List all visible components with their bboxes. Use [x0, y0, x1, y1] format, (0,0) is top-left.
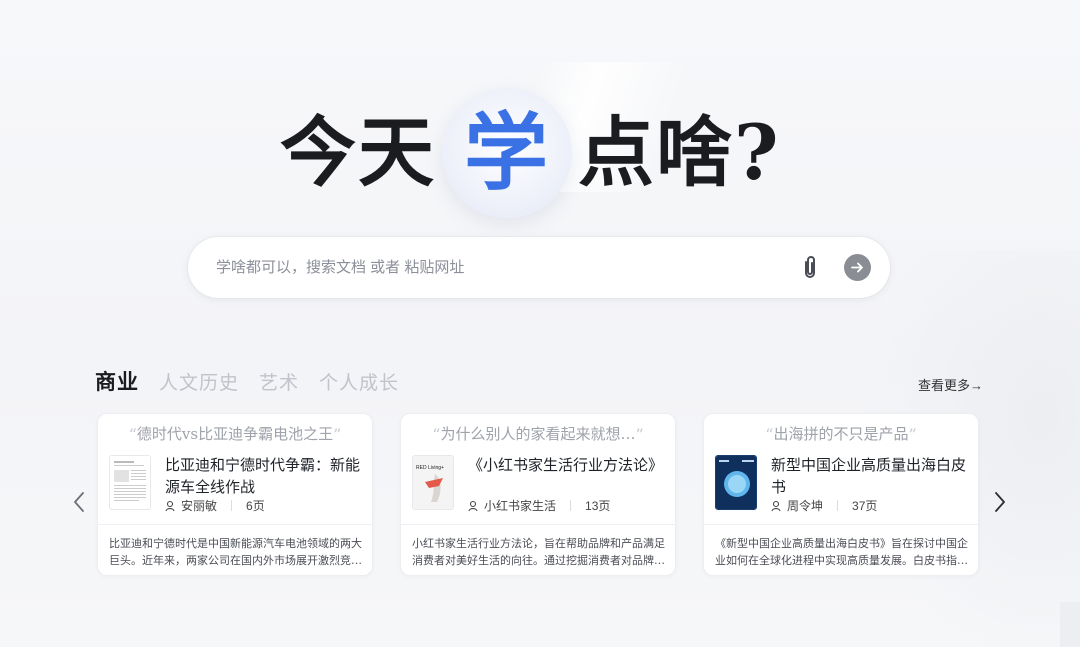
- document-thumbnail: [715, 455, 757, 510]
- document-card[interactable]: “出海拼的不只是产品” 新型中国企业高质量出海白皮书 周令坤 37页 《新型中国…: [703, 413, 979, 576]
- divider: [704, 524, 978, 525]
- submit-button[interactable]: [844, 254, 871, 281]
- card-meta: 周令坤 37页: [771, 497, 877, 514]
- divider: [401, 524, 675, 525]
- card-pages: 6页: [246, 499, 265, 513]
- search-bar: [188, 237, 890, 298]
- tab-art[interactable]: 艺术: [259, 368, 299, 395]
- tab-business[interactable]: 商业: [95, 366, 139, 396]
- category-tabs: 商业 人文历史 艺术 个人成长: [95, 366, 399, 396]
- chevron-right-icon: [995, 492, 1005, 512]
- card-author: 周令坤: [787, 499, 824, 513]
- card-quote: “为什么别人的家看起来就想…”: [432, 425, 644, 444]
- card-quote: “出海拼的不只是产品”: [765, 425, 917, 444]
- card-description: 小红书家生活行业方法论，旨在帮助品牌和产品满足消费者对美好生活的向往。通过挖掘消…: [412, 537, 665, 567]
- card-quote: “德时代vs比亚迪争霸电池之王”: [128, 425, 342, 444]
- search-input[interactable]: [216, 255, 776, 279]
- user-icon: [468, 500, 478, 511]
- hero-title-part2: 点啥?: [578, 108, 781, 197]
- card-meta: 安丽敏 6页: [165, 497, 265, 514]
- card-author: 小红书家生活: [484, 499, 557, 513]
- document-card[interactable]: “为什么别人的家看起来就想…” RED Living+ 《小红书家生活行业方法论…: [400, 413, 676, 576]
- divider: [837, 500, 839, 511]
- divider: [570, 500, 572, 511]
- hero-title: 今天学点啥?: [280, 88, 781, 218]
- user-icon: [771, 500, 781, 511]
- document-thumbnail: [109, 455, 151, 510]
- card-author: 安丽敏: [181, 499, 218, 513]
- chevron-left-icon: [74, 492, 84, 512]
- card-title: 新型中国企业高质量出海白皮书: [771, 456, 967, 496]
- paperclip-icon[interactable]: [800, 254, 820, 280]
- thumbnail-caption: RED Living+: [416, 465, 444, 471]
- card-description: 比亚迪和宁德时代是中国新能源汽车电池领域的两大巨头。近年来，两家公司在国内外市场…: [109, 537, 362, 567]
- tab-personal-growth[interactable]: 个人成长: [319, 368, 399, 395]
- card-pages: 37页: [852, 499, 878, 513]
- background-decoration-corner: [1060, 602, 1080, 647]
- card-description: 《新型中国企业高质量出海白皮书》旨在探讨中国企业如何在全球化进程中实现高质量发展…: [715, 537, 968, 567]
- card-pages: 13页: [585, 499, 611, 513]
- carousel-prev-button[interactable]: [71, 490, 87, 514]
- tab-humanities-history[interactable]: 人文历史: [159, 368, 239, 395]
- carousel-next-button[interactable]: [992, 490, 1008, 514]
- divider: [231, 500, 233, 511]
- card-meta: 小红书家生活 13页: [468, 497, 610, 514]
- hero-highlight-char: 学: [463, 103, 550, 202]
- card-title: 《小红书家生活行业方法论》: [468, 456, 664, 474]
- card-title: 比亚迪和宁德时代争霸：新能源车全线作战: [165, 456, 361, 496]
- user-icon: [165, 500, 175, 511]
- divider: [98, 524, 372, 525]
- hero-highlight-circle: 学: [442, 88, 572, 218]
- arrow-right-icon: [851, 262, 863, 273]
- document-card[interactable]: “德时代vs比亚迪争霸电池之王” 比亚迪和宁德时代争霸：新能源车全线作战 安丽敏…: [97, 413, 373, 576]
- document-thumbnail: RED Living+: [412, 455, 454, 510]
- hero-title-part1: 今天: [280, 108, 436, 197]
- hero: 今天学点啥?: [0, 62, 1080, 218]
- view-more-link[interactable]: 查看更多→: [918, 375, 983, 394]
